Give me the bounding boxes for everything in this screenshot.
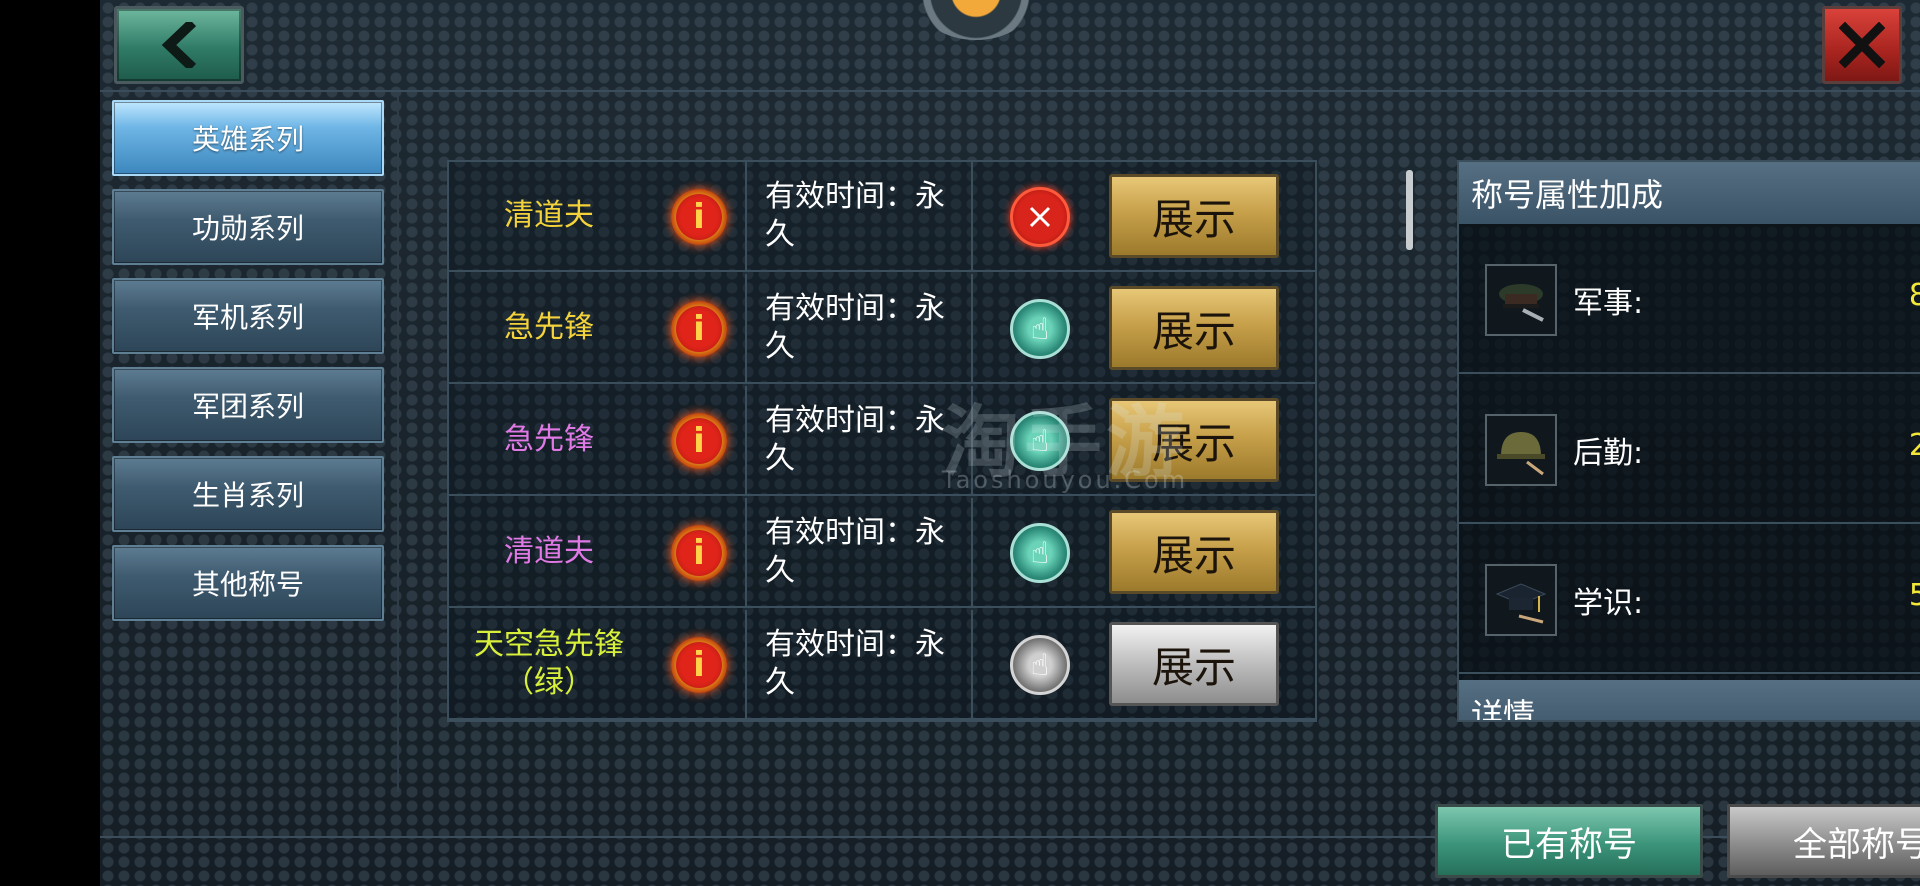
column-divider [971,498,973,606]
show-button[interactable]: 展示 [1109,174,1279,258]
info-icon[interactable]: i [671,413,727,469]
column-divider [745,274,747,382]
graduation-cap-icon [1485,564,1557,636]
attribute-row: 后勤: 20 [1459,374,1920,524]
list-item: 清道夫 i 有效时间：永久 展示 [449,162,1315,272]
close-button[interactable] [1822,6,1902,84]
list-item: 天空急先锋（绿） i 有效时间：永久 ☝ 展示 [449,610,1315,720]
info-icon[interactable]: i [671,525,727,581]
hand-pointer-icon[interactable]: ☝ [1010,635,1070,695]
attribute-value: 50 [1909,578,1920,613]
hand-pointer-icon[interactable]: ☝ [1010,299,1070,359]
info-icon[interactable]: i [671,189,727,245]
details-header[interactable]: 详情 [1459,680,1920,720]
sidebar-item-hero[interactable]: 英雄系列 [112,100,384,176]
close-icon [1839,22,1885,68]
attribute-label: 军事: [1573,286,1644,321]
owned-titles-button[interactable]: 已有称号 [1435,804,1703,878]
helmet-icon [1485,414,1557,486]
back-button[interactable] [114,6,244,84]
show-button[interactable]: 展示 [1109,622,1279,706]
watermark-url: Taoshouyou.Com [941,466,1189,494]
attribute-row: 军事: 80 [1459,224,1920,374]
validity-text: 有效时间：永久 [765,515,945,588]
title-name: 清道夫 [504,534,594,569]
column-divider [971,162,973,270]
column-divider [745,498,747,606]
sidebar-item-label: 军机系列 [191,301,304,334]
info-icon[interactable]: i [671,301,727,357]
validity-text: 有效时间：永久 [765,291,945,364]
sidebar-item-legion[interactable]: 军团系列 [112,367,384,443]
title-name: 天空急先锋（绿） [474,627,624,700]
column-divider [745,386,747,494]
sidebar-item-label: 其他称号 [191,568,304,601]
sidebar-divider [397,92,399,792]
sidebar-item-zodiac[interactable]: 生肖系列 [112,456,384,532]
column-divider [745,610,747,718]
column-divider [971,274,973,382]
column-divider [971,610,973,718]
officer-cap-icon [1485,264,1557,336]
category-sidebar: 英雄系列 功勋系列 军机系列 军团系列 生肖系列 其他称号 [112,100,384,634]
sidebar-item-aircraft[interactable]: 军机系列 [112,278,384,354]
attribute-label: 学识: [1573,586,1644,621]
validity-text: 有效时间：永久 [765,179,945,252]
emblem-icon [918,0,1034,40]
list-item: 清道夫 i 有效时间：永久 ☝ 展示 [449,498,1315,608]
title-name: 急先锋 [504,422,594,457]
attribute-value: 20 [1909,428,1920,463]
info-icon[interactable]: i [671,637,727,693]
all-titles-button[interactable]: 全部称号 [1727,804,1920,878]
validity-text: 有效时间：永久 [765,627,945,700]
list-item: 急先锋 i 有效时间：永久 ☝ 展示 [449,274,1315,384]
sidebar-item-merit[interactable]: 功勋系列 [112,189,384,265]
hand-pointer-icon[interactable]: ☝ [1010,523,1070,583]
sidebar-item-label: 功勋系列 [191,212,304,245]
attribute-value: 80 [1909,278,1920,313]
show-button[interactable]: 展示 [1109,286,1279,370]
game-screen: 英雄系列 功勋系列 军机系列 军团系列 生肖系列 其他称号 清道夫 i 有效时间… [100,0,1920,886]
title-name: 急先锋 [504,310,594,345]
sidebar-item-label: 生肖系列 [191,479,304,512]
list-scrollbar[interactable] [1406,170,1413,250]
top-divider [100,90,1920,92]
sidebar-item-label: 军团系列 [191,390,304,423]
attribute-row: 学识: 50 [1459,524,1920,674]
title-name: 清道夫 [504,198,594,233]
attribute-panel: 称号属性加成 军事: 80 后勤: [1457,160,1920,722]
panel-title: 称号属性加成 [1459,162,1920,224]
column-divider [745,162,747,270]
attribute-label: 后勤: [1573,436,1644,471]
close-icon[interactable] [1010,187,1070,247]
sidebar-item-label: 英雄系列 [191,123,304,156]
show-button[interactable]: 展示 [1109,510,1279,594]
sidebar-item-other[interactable]: 其他称号 [112,545,384,621]
chevron-left-icon [161,22,197,68]
